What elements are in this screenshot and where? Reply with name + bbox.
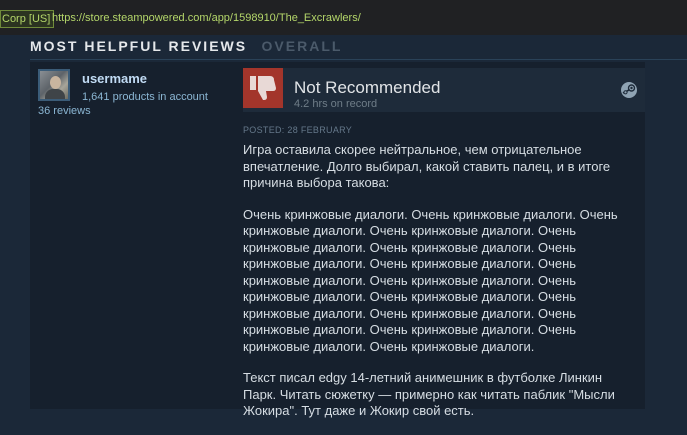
author-products[interactable]: 1,641 products in account <box>82 91 208 103</box>
review-paragraph: Очень кринжовые диалоги. Очень кринжовые… <box>243 206 618 354</box>
tab-overall[interactable]: OVERALL <box>262 38 343 54</box>
avatar[interactable] <box>38 69 70 101</box>
url-text[interactable]: https://store.steampowered.com/app/15989… <box>52 10 361 26</box>
review-author-panel: usermame 1,641 products in account 36 re… <box>30 62 240 409</box>
thumbs-down-icon <box>243 68 283 108</box>
review-body: Игра оставила скорее нейтральное, чем от… <box>243 142 623 435</box>
hours-on-record: 4.2 hrs on record <box>294 98 378 110</box>
section-divider <box>30 59 687 60</box>
review-verdict: Not Recommended <box>294 78 441 97</box>
review-paragraph: Текст писал edgy 14-летний анимешник в ф… <box>243 370 615 418</box>
browser-url-bar[interactable]: Corp [US] https://store.steampowered.com… <box>0 0 687 35</box>
reviews-section-header: MOST HELPFUL REVIEWS OVERALL <box>30 38 342 56</box>
review-card: usermame 1,641 products in account 36 re… <box>30 62 645 418</box>
posted-date: POSTED: 28 FEBRUARY <box>243 125 353 135</box>
review-content: Not Recommended 4.2 hrs on record POSTED… <box>238 62 645 418</box>
review-paragraph: Игра оставила скорее нейтральное, чем от… <box>243 142 611 190</box>
avatar-face <box>50 76 61 89</box>
steam-icon <box>621 82 637 98</box>
avatar-shirt <box>45 89 65 99</box>
author-reviews[interactable]: 36 reviews <box>38 105 91 117</box>
vote-header[interactable]: Not Recommended 4.2 hrs on record <box>243 68 645 112</box>
author-name[interactable]: usermame <box>82 71 147 86</box>
certificate-badge[interactable]: Corp [US] <box>0 10 55 28</box>
section-title: MOST HELPFUL REVIEWS <box>30 38 248 54</box>
